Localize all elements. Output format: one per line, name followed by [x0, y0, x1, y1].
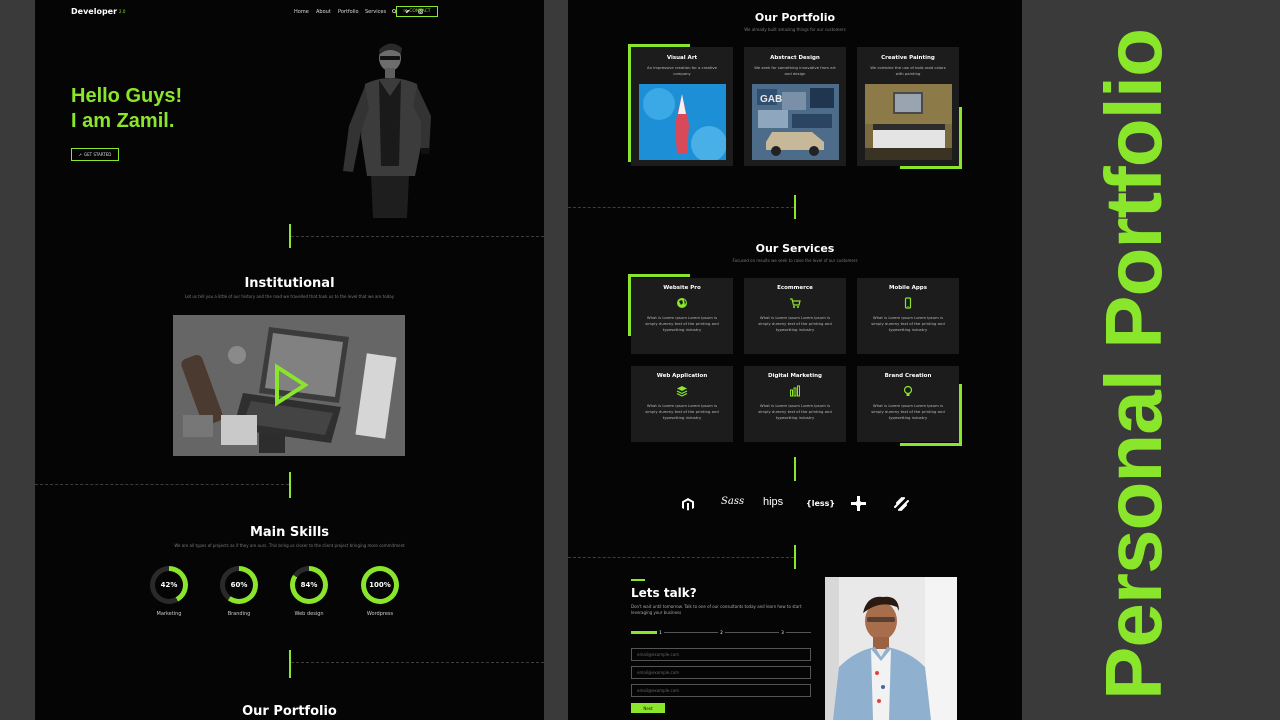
service-title: Website Pro	[663, 285, 701, 291]
site-logo[interactable]: Developer 2.0	[71, 7, 125, 16]
nav-portfolio[interactable]: Portfolio	[338, 9, 359, 15]
magento-icon	[682, 498, 694, 511]
service-card[interactable]: Digital Marketing What is Lorem ipsum Lor…	[744, 366, 846, 442]
chart-icon	[790, 385, 800, 397]
skill-label: Web design	[294, 611, 324, 617]
institutional-video[interactable]	[173, 315, 405, 456]
email-field-1[interactable]: email@example.com	[631, 648, 811, 661]
skills-title: Main Skills	[249, 525, 330, 540]
divider-dash	[35, 484, 289, 485]
divider-dash	[568, 207, 794, 208]
service-card[interactable]: Website Pro What is Lorem ipsum Lorem Ips…	[631, 278, 733, 354]
mobile-icon	[904, 297, 912, 309]
portfolio-title: Our Portfolio	[754, 11, 836, 24]
divider-line	[794, 195, 796, 219]
brand-less: {less}	[806, 499, 836, 508]
skill-ring: 84%	[290, 566, 328, 604]
contact-button[interactable]: ✉ CONTACT	[396, 6, 438, 17]
portfolio-card-title: Creative Painting	[881, 55, 935, 61]
service-card[interactable]: Ecommerce What is Lorem ipsum Lorem Ipsum…	[744, 278, 846, 354]
skill-label: Wordpress	[366, 611, 394, 617]
skill-value: 60%	[225, 571, 253, 599]
portfolio-card[interactable]: Creative Painting We combine the use of …	[857, 47, 959, 166]
portfolio-card-desc: We combine the use of bold-road colors w…	[870, 65, 946, 76]
service-title: Mobile Apps	[888, 285, 927, 291]
divider-line	[794, 457, 796, 481]
divider-line	[794, 545, 796, 569]
talk-accent	[631, 579, 645, 581]
divider-line	[289, 472, 291, 498]
divider-dash	[291, 662, 544, 663]
squarespace-icon	[894, 497, 909, 511]
hero-portrait	[335, 36, 445, 218]
skill-value: 84%	[295, 571, 323, 599]
institutional-title: Institutional	[244, 276, 335, 291]
creative-painting-image	[865, 84, 952, 160]
rocket-icon: ➚	[78, 152, 83, 157]
portfolio-card-title: Abstract Design	[770, 55, 820, 61]
portfolio-subtitle: We already built amazing things for our …	[744, 27, 846, 32]
step-1[interactable]: 1	[657, 629, 664, 636]
layers-icon	[676, 386, 688, 397]
service-card[interactable]: Mobile Apps What is Lorem ipsum Lorem Ips…	[857, 278, 959, 354]
sass-icon: Sass	[721, 496, 745, 507]
envelope-icon: ✉	[403, 9, 408, 14]
service-card[interactable]: Brand Creation What is Lorem ipsum Lorem …	[857, 366, 959, 442]
skill-value: 42%	[155, 571, 183, 599]
next-button[interactable]: Next	[631, 703, 665, 713]
service-desc: What is Lorem ipsum Lorem Ipsum is simply…	[645, 315, 719, 332]
service-desc: What is Lorem ipsum Lorem Ipsum is simply…	[871, 403, 945, 420]
skill-label: Marketing	[156, 611, 182, 617]
service-title: Ecommerce	[777, 285, 813, 291]
abstract-design-image: GAB	[752, 84, 839, 160]
step-2[interactable]: 2	[718, 629, 725, 636]
skill-label: Branding	[227, 611, 251, 617]
portfolio-card-title: Visual Art	[666, 55, 698, 61]
email-field-2[interactable]: email@example.com	[631, 666, 811, 679]
portfolio-card[interactable]: Visual Art An impressive creation for a …	[631, 47, 733, 166]
cart-icon	[790, 298, 801, 308]
step-3[interactable]: 3	[779, 629, 786, 636]
skill-ring: 42%	[150, 566, 188, 604]
divider-dash	[568, 557, 794, 558]
hero-title: Hello Guys! I am Zamil.	[71, 85, 183, 132]
talk-title: Lets talk?	[631, 586, 697, 600]
divider-dash	[291, 236, 544, 237]
side-title: Personal Portfolio	[1089, 29, 1178, 700]
service-title: Brand Creation	[884, 373, 932, 379]
divider-line	[289, 650, 291, 678]
institutional-subtitle: Let us tell you a little of our history …	[184, 294, 395, 299]
services-subtitle: Focused on results we seek to raise the …	[732, 258, 858, 263]
service-card[interactable]: Web Application What is Lorem ipsum Lorem…	[631, 366, 733, 442]
nav-services[interactable]: Services	[365, 9, 386, 15]
services-title: Our Services	[755, 242, 835, 255]
contact-portrait	[825, 577, 957, 720]
portfolio-card-desc: An impressive creation for a creative co…	[646, 65, 717, 76]
service-title: Digital Marketing	[768, 373, 822, 379]
visual-art-image	[639, 84, 726, 160]
portfolio-card[interactable]: Abstract Design We seek for something in…	[744, 47, 846, 166]
get-started-button[interactable]: ➚ GET STARTED	[71, 148, 119, 161]
skill-ring: 60%	[220, 566, 258, 604]
left-portfolio-title: Our Portfolio	[242, 704, 337, 719]
service-title: Web Application	[656, 373, 708, 379]
service-desc: What is Lorem ipsum Lorem Ipsum is simply…	[758, 315, 832, 332]
skills-subtitle: We are all types of projects as if they …	[174, 543, 405, 548]
service-desc: What is Lorem ipsum Lorem Ipsum is simply…	[758, 403, 832, 420]
skill-ring: 100%	[361, 566, 399, 604]
brand-hips: hips	[763, 496, 784, 508]
service-desc: What is Lorem ipsum Lorem Ipsum is simply…	[871, 315, 945, 332]
svg-text:GAB: GAB	[760, 94, 782, 105]
skill-value: 100%	[366, 571, 394, 599]
globe-icon	[677, 298, 687, 308]
portfolio-card-desc: We seek for something innovative from ar…	[754, 65, 836, 76]
lightbulb-icon	[903, 385, 913, 396]
service-desc: What is Lorem ipsum Lorem Ipsum is simply…	[645, 403, 719, 420]
talk-description: Don't wait until tomorrow. Talk to one o…	[631, 604, 802, 615]
email-field-3[interactable]: email@example.com	[631, 684, 811, 697]
progress-fill	[631, 631, 657, 634]
nav-home[interactable]: Home	[294, 9, 309, 15]
nav-about[interactable]: About	[316, 9, 331, 15]
joomla-icon	[851, 496, 866, 511]
